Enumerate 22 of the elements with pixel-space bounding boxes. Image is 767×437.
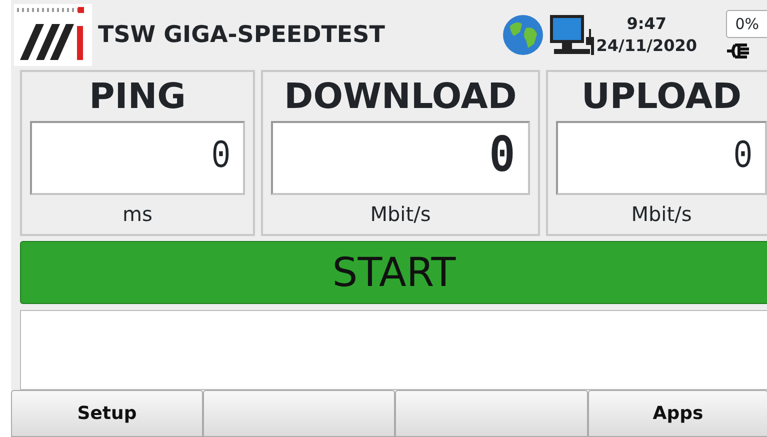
soft-key[interactable] <box>395 390 588 437</box>
panel-title: PING <box>89 78 186 116</box>
panel-title: UPLOAD <box>581 78 742 116</box>
value-digit: 0 <box>211 138 231 178</box>
computer-icon <box>548 13 596 57</box>
soft-key[interactable]: Setup <box>11 390 203 437</box>
start-button[interactable]: START <box>20 241 767 304</box>
value-digit: 0 <box>733 138 753 178</box>
globe-icon <box>502 14 544 56</box>
unit-label: ms <box>122 200 152 228</box>
panel-title: DOWNLOAD <box>284 78 517 116</box>
battery-percent: 0% <box>726 10 767 38</box>
app-title: TSW GIGA-SPEEDTEST <box>98 20 385 50</box>
unit-label: Mbit/s <box>370 200 431 228</box>
unit-label: Mbit/s <box>631 200 692 228</box>
soft-key[interactable]: Apps <box>588 390 767 437</box>
plug-icon <box>725 42 751 60</box>
clock-time: 9:47 <box>626 13 668 35</box>
value-digit: 0 <box>488 130 515 184</box>
clock-date: 24/11/2020 <box>596 35 697 57</box>
logo-icon <box>14 4 92 66</box>
soft-key[interactable] <box>203 390 395 437</box>
